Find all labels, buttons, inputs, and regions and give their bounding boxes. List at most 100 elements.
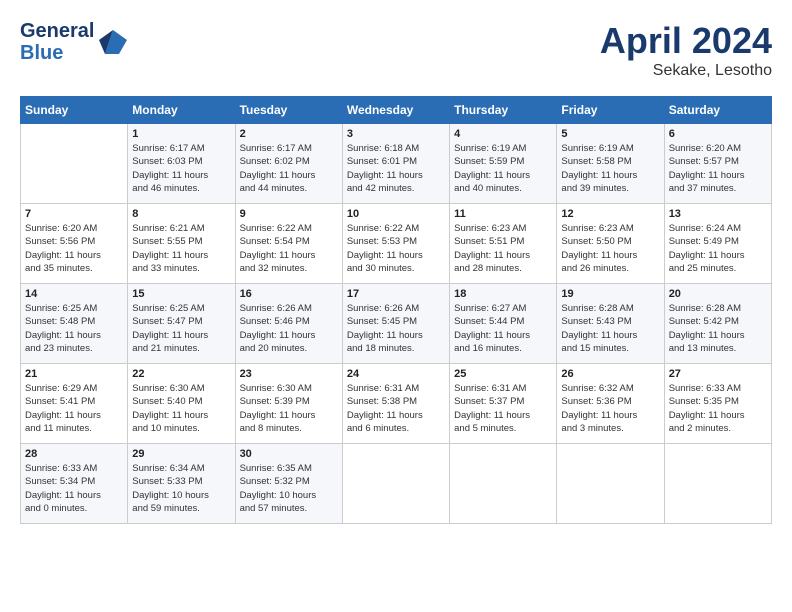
day-number: 18 [454, 288, 552, 300]
calendar-cell: 24 Sunrise: 6:31 AM Sunset: 5:38 PM Dayli… [342, 364, 449, 444]
day-number: 15 [132, 288, 230, 300]
day-info: Sunrise: 6:25 AM Sunset: 5:47 PM Dayligh… [132, 302, 230, 355]
col-header-sunday: Sunday [21, 97, 128, 124]
calendar-cell: 10Sunrise: 6:22 AM Sunset: 5:53 PM Dayli… [342, 204, 449, 284]
calendar-cell: 16 Sunrise: 6:26 AM Sunset: 5:46 PM Dayli… [235, 284, 342, 364]
day-info: Sunrise: 6:28 AM Sunset: 5:43 PM Dayligh… [561, 302, 659, 355]
calendar-cell: 7 Sunrise: 6:20 AM Sunset: 5:56 PM Daylig… [21, 204, 128, 284]
day-info: Sunrise: 6:35 AM Sunset: 5:32 PM Dayligh… [240, 462, 338, 515]
day-info: Sunrise: 6:17 AM Sunset: 6:03 PM Dayligh… [132, 142, 230, 195]
day-info: Sunrise: 6:19 AM Sunset: 5:59 PM Dayligh… [454, 142, 552, 195]
week-row-4: 21 Sunrise: 6:29 AM Sunset: 5:41 PM Dayli… [21, 364, 772, 444]
day-number: 6 [669, 128, 767, 140]
day-number: 13 [669, 208, 767, 220]
day-info: Sunrise: 6:24 AM Sunset: 5:49 PM Dayligh… [669, 222, 767, 275]
calendar-cell [21, 124, 128, 204]
calendar-cell: 27Sunrise: 6:33 AM Sunset: 5:35 PM Dayli… [664, 364, 771, 444]
day-info: Sunrise: 6:31 AM Sunset: 5:37 PM Dayligh… [454, 382, 552, 435]
page-header: General Blue April 2024 Sekake, Lesotho [20, 20, 772, 80]
day-number: 14 [25, 288, 123, 300]
calendar-cell: 18Sunrise: 6:27 AM Sunset: 5:44 PM Dayli… [450, 284, 557, 364]
day-number: 17 [347, 288, 445, 300]
calendar-cell: 11 Sunrise: 6:23 AM Sunset: 5:51 PM Dayli… [450, 204, 557, 284]
calendar-cell: 14 Sunrise: 6:25 AM Sunset: 5:48 PM Dayli… [21, 284, 128, 364]
day-number: 30 [240, 448, 338, 460]
location: Sekake, Lesotho [600, 62, 772, 80]
calendar-cell: 2 Sunrise: 6:17 AM Sunset: 6:02 PM Daylig… [235, 124, 342, 204]
day-number: 5 [561, 128, 659, 140]
calendar-cell: 5 Sunrise: 6:19 AM Sunset: 5:58 PM Daylig… [557, 124, 664, 204]
calendar-cell: 21 Sunrise: 6:29 AM Sunset: 5:41 PM Dayli… [21, 364, 128, 444]
day-info: Sunrise: 6:28 AM Sunset: 5:42 PM Dayligh… [669, 302, 767, 355]
week-row-1: 1 Sunrise: 6:17 AM Sunset: 6:03 PM Daylig… [21, 124, 772, 204]
day-number: 24 [347, 368, 445, 380]
day-info: Sunrise: 6:33 AM Sunset: 5:34 PM Dayligh… [25, 462, 123, 515]
day-info: Sunrise: 6:20 AM Sunset: 5:57 PM Dayligh… [669, 142, 767, 195]
calendar-cell [664, 444, 771, 524]
day-number: 27 [669, 368, 767, 380]
day-number: 11 [454, 208, 552, 220]
day-info: Sunrise: 6:19 AM Sunset: 5:58 PM Dayligh… [561, 142, 659, 195]
calendar-cell: 13 Sunrise: 6:24 AM Sunset: 5:49 PM Dayli… [664, 204, 771, 284]
logo-line1: General [20, 20, 94, 42]
calendar-table: SundayMondayTuesdayWednesdayThursdayFrid… [20, 96, 772, 524]
calendar-cell: 9 Sunrise: 6:22 AM Sunset: 5:54 PM Daylig… [235, 204, 342, 284]
calendar-cell [342, 444, 449, 524]
week-row-5: 28 Sunrise: 6:33 AM Sunset: 5:34 PM Dayli… [21, 444, 772, 524]
day-number: 3 [347, 128, 445, 140]
col-header-friday: Friday [557, 97, 664, 124]
day-info: Sunrise: 6:26 AM Sunset: 5:46 PM Dayligh… [240, 302, 338, 355]
calendar-cell: 20 Sunrise: 6:28 AM Sunset: 5:42 PM Dayli… [664, 284, 771, 364]
day-info: Sunrise: 6:26 AM Sunset: 5:45 PM Dayligh… [347, 302, 445, 355]
day-info: Sunrise: 6:22 AM Sunset: 5:54 PM Dayligh… [240, 222, 338, 275]
month-title: April 2024 [600, 20, 772, 62]
day-info: Sunrise: 6:32 AM Sunset: 5:36 PM Dayligh… [561, 382, 659, 435]
day-info: Sunrise: 6:20 AM Sunset: 5:56 PM Dayligh… [25, 222, 123, 275]
title-block: April 2024 Sekake, Lesotho [600, 20, 772, 80]
day-info: Sunrise: 6:31 AM Sunset: 5:38 PM Dayligh… [347, 382, 445, 435]
calendar-cell: 4 Sunrise: 6:19 AM Sunset: 5:59 PM Daylig… [450, 124, 557, 204]
calendar-cell: 17 Sunrise: 6:26 AM Sunset: 5:45 PM Dayli… [342, 284, 449, 364]
day-number: 23 [240, 368, 338, 380]
calendar-cell: 1 Sunrise: 6:17 AM Sunset: 6:03 PM Daylig… [128, 124, 235, 204]
day-number: 12 [561, 208, 659, 220]
day-number: 19 [561, 288, 659, 300]
logo-line2: Blue [20, 42, 94, 64]
day-number: 26 [561, 368, 659, 380]
day-number: 4 [454, 128, 552, 140]
col-header-thursday: Thursday [450, 97, 557, 124]
day-info: Sunrise: 6:17 AM Sunset: 6:02 PM Dayligh… [240, 142, 338, 195]
day-number: 2 [240, 128, 338, 140]
calendar-cell: 19 Sunrise: 6:28 AM Sunset: 5:43 PM Dayli… [557, 284, 664, 364]
day-info: Sunrise: 6:18 AM Sunset: 6:01 PM Dayligh… [347, 142, 445, 195]
day-number: 10 [347, 208, 445, 220]
col-header-tuesday: Tuesday [235, 97, 342, 124]
calendar-cell [450, 444, 557, 524]
day-info: Sunrise: 6:30 AM Sunset: 5:40 PM Dayligh… [132, 382, 230, 435]
day-info: Sunrise: 6:21 AM Sunset: 5:55 PM Dayligh… [132, 222, 230, 275]
day-number: 8 [132, 208, 230, 220]
calendar-header-row: SundayMondayTuesdayWednesdayThursdayFrid… [21, 97, 772, 124]
calendar-cell: 15 Sunrise: 6:25 AM Sunset: 5:47 PM Dayli… [128, 284, 235, 364]
day-number: 21 [25, 368, 123, 380]
day-info: Sunrise: 6:23 AM Sunset: 5:50 PM Dayligh… [561, 222, 659, 275]
page-container: General Blue April 2024 Sekake, Lesotho … [0, 0, 792, 534]
col-header-saturday: Saturday [664, 97, 771, 124]
calendar-cell: 23Sunrise: 6:30 AM Sunset: 5:39 PM Dayli… [235, 364, 342, 444]
day-info: Sunrise: 6:23 AM Sunset: 5:51 PM Dayligh… [454, 222, 552, 275]
day-info: Sunrise: 6:29 AM Sunset: 5:41 PM Dayligh… [25, 382, 123, 435]
day-number: 28 [25, 448, 123, 460]
calendar-cell: 22 Sunrise: 6:30 AM Sunset: 5:40 PM Dayli… [128, 364, 235, 444]
week-row-2: 7 Sunrise: 6:20 AM Sunset: 5:56 PM Daylig… [21, 204, 772, 284]
calendar-cell: 26 Sunrise: 6:32 AM Sunset: 5:36 PM Dayli… [557, 364, 664, 444]
day-number: 1 [132, 128, 230, 140]
day-number: 20 [669, 288, 767, 300]
day-info: Sunrise: 6:25 AM Sunset: 5:48 PM Dayligh… [25, 302, 123, 355]
day-number: 16 [240, 288, 338, 300]
calendar-cell [557, 444, 664, 524]
day-number: 7 [25, 208, 123, 220]
day-number: 9 [240, 208, 338, 220]
calendar-cell: 3 Sunrise: 6:18 AM Sunset: 6:01 PM Daylig… [342, 124, 449, 204]
day-number: 22 [132, 368, 230, 380]
calendar-cell: 30 Sunrise: 6:35 AM Sunset: 5:32 PM Dayli… [235, 444, 342, 524]
